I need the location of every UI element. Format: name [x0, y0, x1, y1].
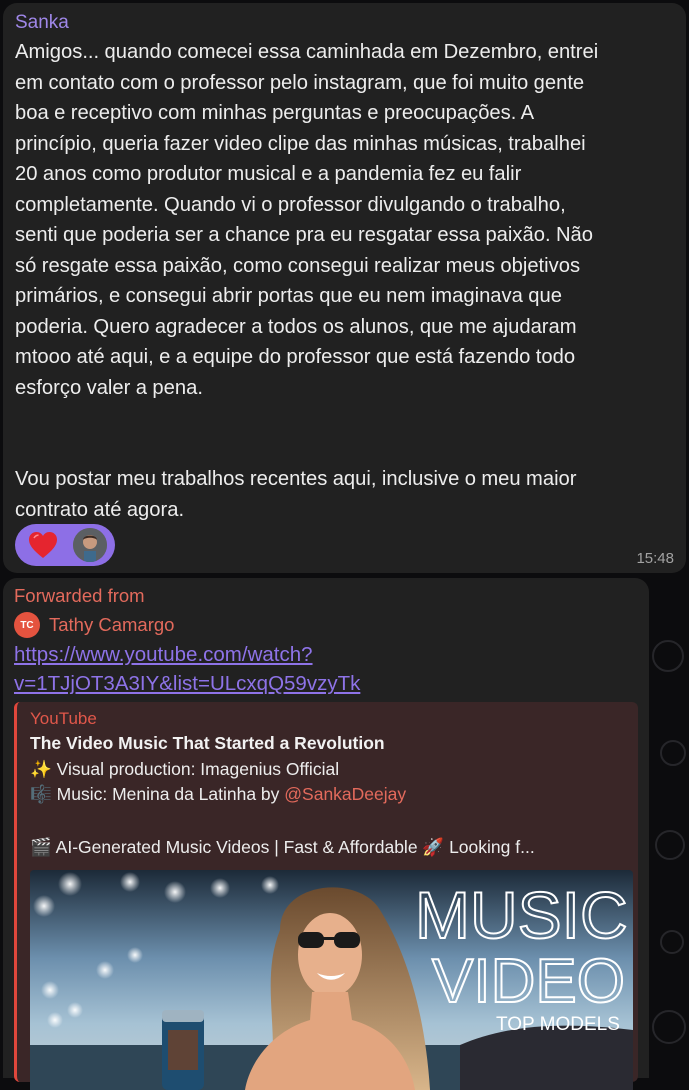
link-preview-card[interactable]: YouTube The Video Music That Started a R…: [14, 702, 638, 1090]
message-line: completamente. Quando vi o professor div…: [15, 193, 566, 216]
reaction-chip[interactable]: [15, 524, 115, 566]
message-line: boa e receptivo com minhas perguntas e p…: [15, 102, 535, 124]
message-line: [15, 434, 674, 465]
forwarded-label: Forwarded from: [14, 585, 145, 606]
preview-title: The Video Music That Started a Revolutio…: [30, 733, 385, 753]
message-time: 15:48: [636, 550, 674, 567]
preview-description-line: 🎬 AI-Generated Music Videos | Fast & Aff…: [30, 837, 535, 857]
youtube-link-line-2[interactable]: v=1TJjOT3A3IY&list=ULcxqQ59vzyTk: [14, 669, 638, 698]
source-avatar-icon: TC: [14, 612, 40, 638]
message-line: Vou postar meu trabalhos recentes aqui, …: [15, 468, 577, 490]
preview-site-name: YouTube: [30, 709, 97, 728]
forwarded-source[interactable]: TC Tathy Camargo: [14, 610, 638, 640]
message-line: contrato até agora.: [15, 498, 185, 521]
video-thumbnail[interactable]: MUSIC VIDEO TOP MODELS: [30, 870, 633, 1090]
reactor-avatar[interactable]: [73, 528, 107, 562]
youtube-link-line-1[interactable]: https://www.youtube.com/watch?: [14, 640, 638, 669]
message-bubble[interactable]: Sanka Amigos... quando comecei essa cami…: [3, 3, 686, 573]
source-name[interactable]: Tathy Camargo: [49, 614, 174, 636]
message-text: Amigos... quando comecei essa caminhada …: [15, 37, 674, 525]
heart-icon: [25, 527, 61, 563]
sender-name[interactable]: Sanka: [15, 11, 674, 35]
thumb-title-1: MUSIC: [415, 878, 628, 952]
message-line: primários, e consegui abrir portas que e…: [15, 285, 562, 307]
message-line: poderia. Quero agradecer a todos os alun…: [15, 315, 577, 338]
message-line: princípio, queria fazer video clipe das …: [15, 132, 586, 155]
preview-mention-link[interactable]: @SankaDeejay: [284, 784, 406, 804]
message-line: em contato com o professor pelo instagra…: [15, 71, 585, 94]
preview-music-text: 🎼 Music: Menina da Latinha by: [30, 784, 285, 804]
message-line: mtooo até aqui, e a equipe do professor …: [15, 346, 576, 368]
message-line: senti que poderia ser a chance pra eu re…: [15, 224, 593, 246]
message-line: Amigos... quando comecei essa caminhada …: [15, 41, 599, 63]
message-line: [15, 403, 674, 434]
preview-description-line: ✨ Visual production: Imagenius Official: [30, 759, 340, 779]
preview-description-line: 🎼 Music: Menina da Latinha by @SankaDeej…: [30, 782, 628, 807]
thumb-subtitle: TOP MODELS: [496, 1014, 620, 1035]
message-line: só resgate essa paixão, como consegui re…: [15, 254, 581, 277]
message-line: esforço valer a pena.: [15, 376, 203, 399]
thumb-title-2: VIDEO: [432, 947, 625, 1016]
forwarded-message-bubble[interactable]: Forwarded from TC Tathy Camargo https://…: [3, 578, 649, 1090]
message-line: 20 anos como produtor musical e a pandem…: [15, 163, 522, 185]
